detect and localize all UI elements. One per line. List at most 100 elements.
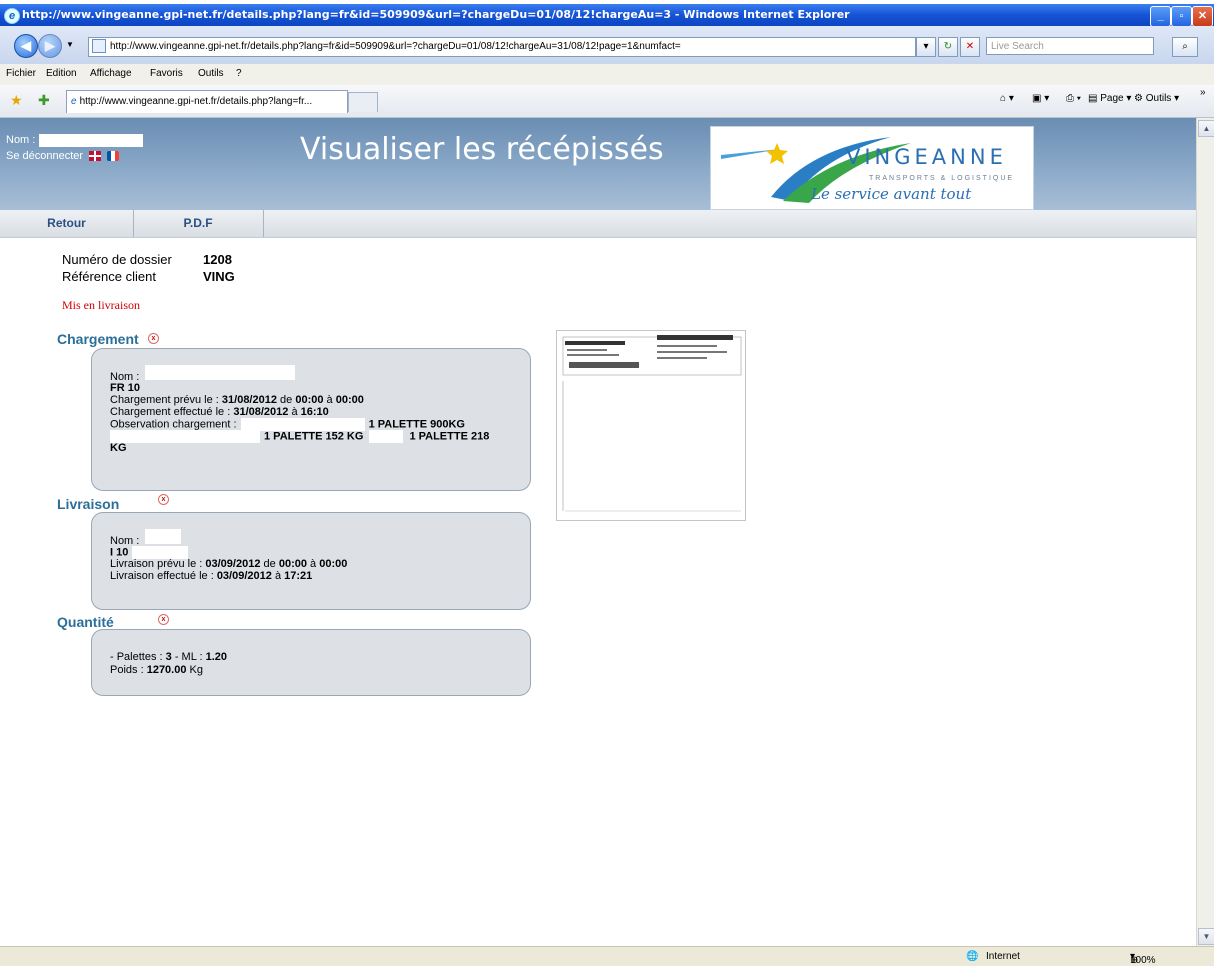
chargement-prevu-date: 31/08/2012	[221, 394, 277, 406]
livraison-code: I 10	[110, 546, 129, 559]
user-block: Nom : Se déconnecter	[6, 132, 144, 164]
livraison-prevu-de: de	[263, 558, 276, 570]
poids-label: Poids :	[110, 664, 144, 676]
chevron-more-icon[interactable]: »	[1200, 87, 1206, 98]
menu-outils[interactable]: Outils	[198, 68, 224, 79]
chargement-prevu-a: à	[326, 394, 333, 406]
palettes-value: 3	[165, 651, 172, 663]
chargement-code: FR 10	[110, 382, 140, 394]
quantite-box: - Palettes : 3 - ML : 1.20 Poids : 1270.…	[91, 629, 531, 696]
livraison-effectue-time: 17:21	[284, 570, 313, 582]
chargement-prevu-from: 00:00	[295, 394, 324, 406]
scroll-down-icon[interactable]: ▼	[1198, 928, 1214, 945]
globe-icon: 🌐	[966, 951, 979, 962]
chargement-prevu-to: 00:00	[335, 394, 364, 406]
redacted-block	[238, 252, 304, 267]
menu-affichage[interactable]: Affichage	[90, 68, 132, 79]
close-x-icon[interactable]: x	[148, 333, 159, 344]
menu-fichier[interactable]: Fichier	[6, 68, 36, 79]
menu-bar: Fichier Edition Affichage Favoris Outils…	[0, 64, 1214, 86]
tools-gear-icon: ⚙	[1134, 93, 1143, 104]
redacted-block	[110, 430, 260, 443]
feeds-icon[interactable]: ▣ ▾	[1032, 93, 1049, 104]
retour-button[interactable]: Retour	[0, 210, 134, 237]
status-text: Mis en livraison	[62, 298, 140, 312]
livraison-prevu-date: 03/09/2012	[205, 558, 261, 570]
minimize-button[interactable]: _	[1150, 6, 1171, 27]
numero-dossier-label: Numéro de dossier	[62, 252, 172, 267]
chargement-effectue-a: à	[291, 406, 298, 418]
zoom-control[interactable]: ⊕ 100% ▾	[1130, 951, 1156, 966]
redacted-block	[145, 529, 182, 544]
zoom-level: 100%	[1130, 955, 1156, 966]
ie-icon: e	[4, 8, 20, 24]
nom-label: Nom :	[6, 134, 36, 146]
quantite-title: Quantité	[57, 614, 114, 630]
address-input[interactable]: http://www.vingeanne.gpi-net.fr/details.…	[88, 37, 916, 57]
zone-label: Internet	[986, 951, 1020, 962]
page-nav: Retour P.D.F	[0, 210, 1196, 238]
page-header: Nom : Se déconnecter Visualiser les récé…	[0, 118, 1196, 210]
close-x-icon[interactable]: x	[158, 614, 169, 625]
window-title: http://www.vingeanne.gpi-net.fr/details.…	[22, 8, 850, 21]
observation-line-1: 1 PALETTE 900KG	[368, 418, 465, 431]
back-icon[interactable]: ◀	[14, 34, 38, 58]
favorites-star-icon[interactable]: ★	[10, 92, 23, 109]
refresh-icon[interactable]: ↻	[938, 37, 958, 57]
poids-unit: Kg	[189, 664, 203, 676]
scroll-up-icon[interactable]: ▲	[1198, 120, 1214, 137]
page-menu-icon: ▤	[1088, 93, 1098, 104]
address-toolbar: ◀ ▶ ▼ http://www.vingeanne.gpi-net.fr/de…	[0, 26, 1214, 65]
status-bar: 🌐 Internet ⊕ 100% ▾	[0, 946, 1214, 966]
receipt-thumbnail[interactable]	[556, 330, 746, 521]
menu-edition[interactable]: Edition	[46, 68, 77, 79]
close-button[interactable]: ✕	[1192, 6, 1213, 27]
close-x-icon[interactable]: x	[158, 494, 169, 505]
observation-label: Observation chargement :	[110, 418, 237, 431]
scrollbar[interactable]: ▲ ▼	[1196, 118, 1214, 946]
observation-line-4: KG	[110, 442, 127, 454]
address-dropdown-icon[interactable]: ▾	[916, 37, 936, 57]
maximize-button[interactable]: ▫	[1171, 6, 1192, 27]
logout-link[interactable]: Se déconnecter	[6, 150, 83, 162]
tab-current[interactable]: e http://www.vingeanne.gpi-net.fr/details…	[66, 90, 348, 113]
print-icon[interactable]: ⎙ ▾	[1066, 93, 1081, 104]
observation-line-2: 1 PALETTE 152 KG	[264, 430, 364, 443]
chargement-title: Chargement	[57, 331, 139, 347]
livraison-effectue-date: 03/09/2012	[216, 570, 272, 582]
logo-tagline: Le service avant tout	[811, 185, 972, 203]
reference-client-value: VING	[203, 269, 235, 284]
pdf-button[interactable]: P.D.F	[133, 210, 264, 237]
livraison-prevu-a: à	[310, 558, 317, 570]
search-input[interactable]: Live Search	[986, 37, 1154, 55]
chargement-prevu-label: Chargement prévu le :	[110, 394, 219, 406]
receipt-scan-image	[562, 335, 742, 512]
poids-value: 1270.00	[146, 664, 187, 676]
tools-menu[interactable]: ⚙ Outils ▾	[1134, 93, 1179, 104]
fr-flag-icon[interactable]	[107, 151, 120, 162]
page-menu-label: Page	[1100, 93, 1124, 104]
logo-brand: VINGEANNE	[846, 145, 1007, 169]
new-tab-button[interactable]	[348, 92, 378, 112]
page-menu[interactable]: ▤ Page ▾	[1088, 93, 1131, 104]
tab-bar: ★ ✚ e http://www.vingeanne.gpi-net.fr/det…	[0, 85, 1214, 118]
redacted-block	[369, 430, 404, 443]
home-icon[interactable]: ⌂ ▾	[1000, 93, 1014, 104]
page-icon	[92, 39, 106, 54]
window-titlebar: e http://www.vingeanne.gpi-net.fr/detail…	[0, 4, 1214, 27]
forward-icon[interactable]: ▶	[38, 34, 62, 58]
add-favorite-icon[interactable]: ✚	[38, 92, 50, 109]
menu-help[interactable]: ?	[236, 68, 242, 79]
tab-label: http://www.vingeanne.gpi-net.fr/details.…	[79, 96, 313, 107]
search-icon[interactable]: ⌕	[1172, 37, 1198, 57]
redacted-block	[145, 365, 296, 380]
stop-icon[interactable]: ✕	[960, 37, 980, 57]
uk-flag-icon[interactable]	[89, 151, 102, 162]
numero-dossier-value: 1208	[203, 252, 232, 267]
menu-favoris[interactable]: Favoris	[150, 68, 183, 79]
observation-line-3: 1 PALETTE 218	[409, 430, 490, 443]
history-dropdown-icon[interactable]: ▼	[66, 40, 74, 49]
livraison-effectue-a: à	[274, 570, 282, 582]
ml-label: - ML :	[174, 651, 203, 663]
livraison-box: Nom : I 10 Livraison prévu le : 03/09/20…	[91, 512, 531, 610]
